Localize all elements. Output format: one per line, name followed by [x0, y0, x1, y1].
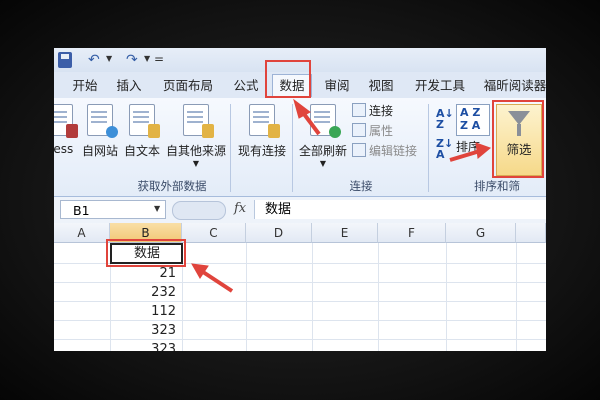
annotation-arrows	[191, 98, 491, 293]
excel-window: ↶ ▼ ↷ ▼ = 开始 插入 页面布局 公式 数据 审阅 视图 开发工具 福昕…	[54, 48, 546, 351]
